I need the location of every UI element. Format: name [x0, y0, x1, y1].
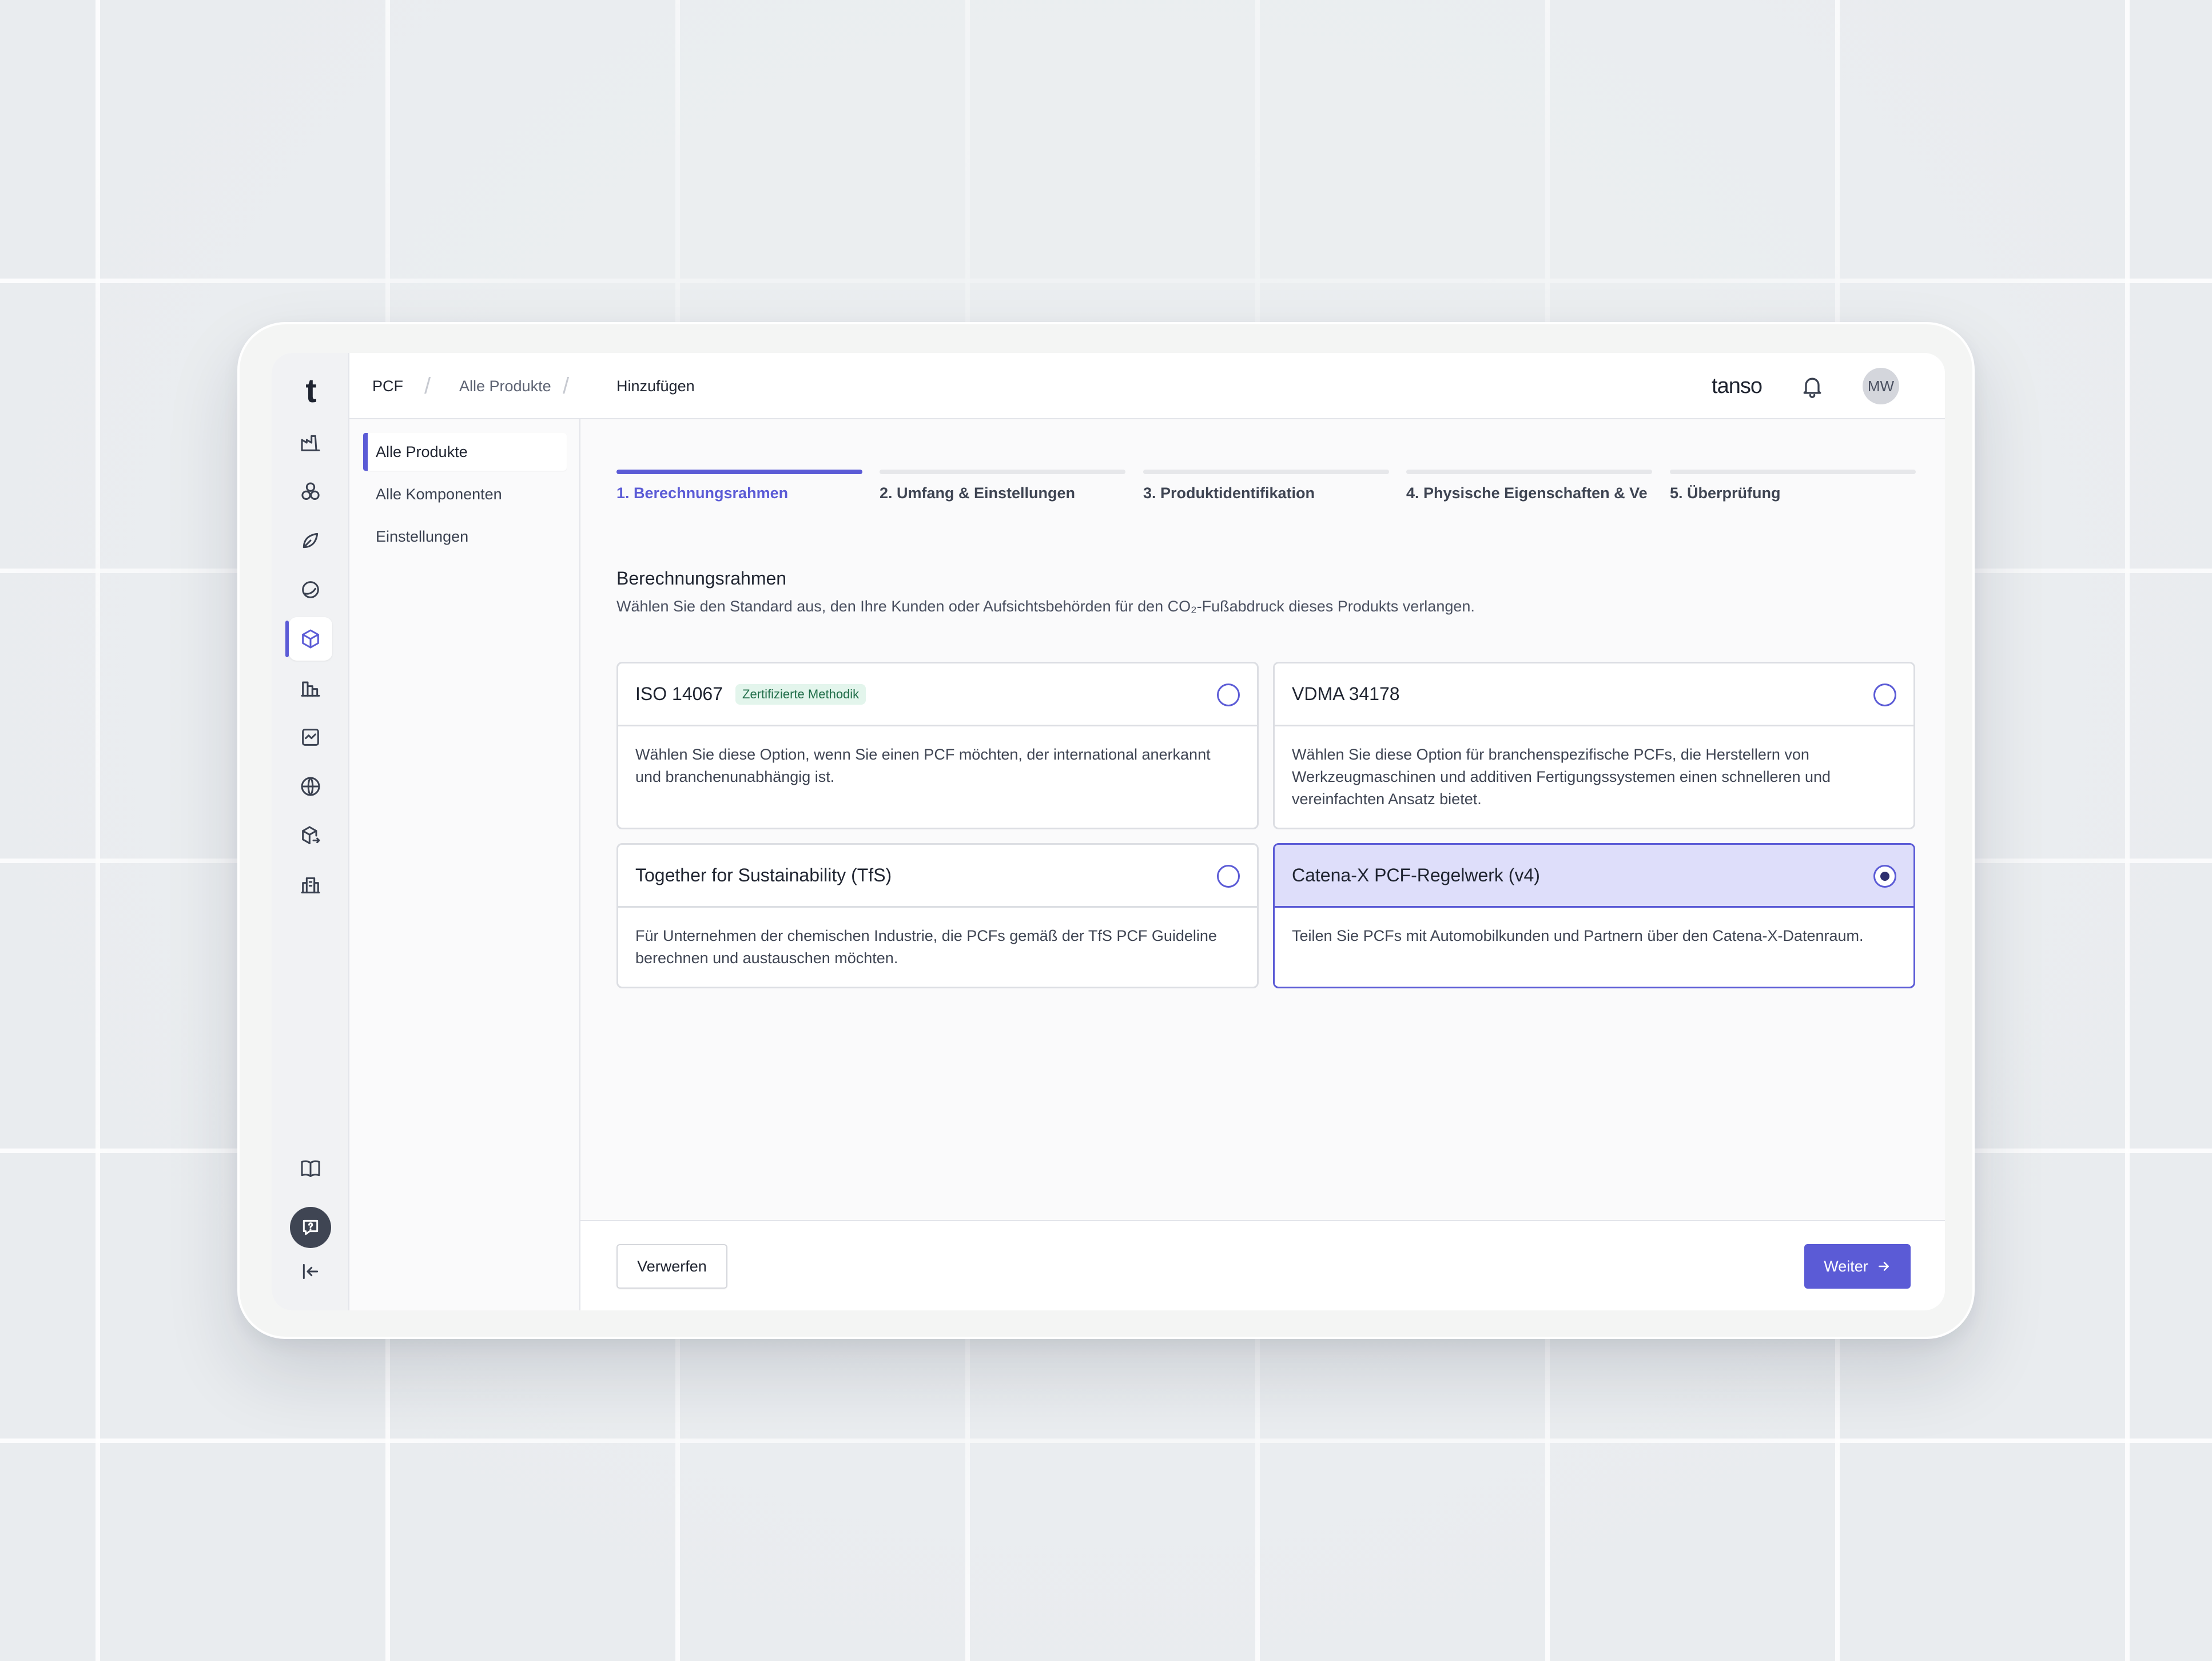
globe-icon[interactable] — [289, 765, 332, 808]
breadcrumb-separator: / — [563, 373, 570, 399]
step-3[interactable]: 3. Produktidentifikation — [1143, 470, 1389, 502]
wizard-footer: Verwerfen Weiter — [580, 1220, 1945, 1310]
step-5[interactable]: 5. Überprüfung — [1670, 470, 1916, 502]
app-logo[interactable]: t — [272, 365, 349, 417]
step-progress-bar — [1406, 470, 1652, 474]
main-content: 1. Berechnungsrahmen 2. Umfang & Einstel… — [580, 419, 1945, 1310]
card-header: Catena-X PCF-Regelwerk (v4) — [1275, 845, 1913, 908]
card-header: Together for Sustainability (TfS) — [618, 845, 1257, 908]
card-title: Catena-X PCF-Regelwerk (v4) — [1292, 865, 1540, 885]
next-button-label: Weiter — [1824, 1257, 1868, 1275]
step-label: 3. Produktidentifikation — [1143, 484, 1315, 502]
card-title: ISO 14067 — [635, 684, 723, 704]
section-description: Wählen Sie den Standard aus, den Ihre Ku… — [616, 598, 1475, 615]
report-icon[interactable] — [289, 716, 332, 759]
subnav-item-all-products[interactable]: Alle Produkte — [363, 433, 567, 471]
help-chat-icon[interactable] — [290, 1207, 331, 1248]
card-title: Together for Sustainability (TfS) — [635, 865, 892, 885]
certified-badge: Zertifizierte Methodik — [735, 684, 866, 705]
step-4[interactable]: 4. Physische Eigenschaften & Ve — [1406, 470, 1652, 502]
step-progress-bar — [616, 470, 862, 474]
option-card-iso-14067[interactable]: ISO 14067 Zertifizierte Methodik Wählen … — [616, 662, 1259, 829]
card-header: VDMA 34178 — [1275, 663, 1913, 726]
card-description: Wählen Sie diese Option, wenn Sie einen … — [635, 746, 1211, 785]
breadcrumb-current: Hinzufügen — [616, 377, 695, 395]
device-frame: t PCF / Alle Produkte / Hinzufügen tanso… — [237, 322, 1975, 1339]
breadcrumb-separator: / — [424, 373, 431, 399]
card-description: Für Unternehmen der chemischen Industrie… — [635, 927, 1217, 967]
step-label: 4. Physische Eigenschaften & Ve — [1406, 484, 1648, 502]
radio-button-selected[interactable] — [1873, 865, 1896, 888]
step-progress-bar — [1670, 470, 1916, 474]
card-description: Teilen Sie PCFs mit Automobilkunden und … — [1292, 927, 1864, 944]
circular-icon[interactable] — [289, 568, 332, 611]
subnav-item-all-components[interactable]: Alle Komponenten — [363, 475, 567, 513]
buildings-icon[interactable] — [289, 863, 332, 907]
components-icon[interactable] — [289, 470, 332, 514]
card-description: Wählen Sie diese Option für branchenspez… — [1292, 746, 1831, 808]
step-progress-bar — [880, 470, 1125, 474]
leaf-icon[interactable] — [289, 519, 332, 562]
step-1[interactable]: 1. Berechnungsrahmen — [616, 470, 862, 502]
collapse-sidebar-icon[interactable] — [289, 1250, 332, 1293]
option-card-catena-x[interactable]: Catena-X PCF-Regelwerk (v4) Teilen Sie P… — [1273, 843, 1915, 988]
step-progress-bar — [1143, 470, 1389, 474]
step-2[interactable]: 2. Umfang & Einstellungen — [880, 470, 1125, 502]
discard-button[interactable]: Verwerfen — [616, 1244, 727, 1289]
subnav-item-settings[interactable]: Einstellungen — [363, 518, 567, 555]
step-label: 5. Überprüfung — [1670, 484, 1781, 502]
sub-navigation: Alle Produkte Alle Komponenten Einstellu… — [349, 419, 580, 1310]
next-button[interactable]: Weiter — [1804, 1244, 1911, 1289]
notification-bell-icon[interactable] — [1800, 373, 1825, 399]
arrow-right-icon — [1876, 1259, 1891, 1274]
user-avatar[interactable]: MW — [1863, 368, 1899, 404]
breadcrumb-all-products[interactable]: Alle Produkte — [459, 353, 551, 419]
breadcrumb-pcf[interactable]: PCF — [372, 353, 403, 419]
product-box-icon[interactable] — [285, 617, 332, 661]
factory-icon[interactable] — [289, 421, 332, 464]
box-transfer-icon[interactable] — [289, 814, 332, 857]
radio-button[interactable] — [1873, 684, 1896, 706]
section-title: Berechnungsrahmen — [616, 568, 787, 589]
icon-rail: t — [272, 353, 349, 1310]
book-icon[interactable] — [289, 1147, 332, 1190]
top-bar: PCF / Alle Produkte / Hinzufügen tanso M… — [349, 353, 1945, 419]
step-label: 2. Umfang & Einstellungen — [880, 484, 1076, 502]
radio-button[interactable] — [1217, 684, 1240, 706]
option-card-tfs[interactable]: Together for Sustainability (TfS) Für Un… — [616, 843, 1259, 988]
radio-button[interactable] — [1217, 865, 1240, 888]
bar-chart-icon[interactable] — [289, 666, 332, 710]
card-header: ISO 14067 Zertifizierte Methodik — [618, 663, 1257, 726]
step-label: 1. Berechnungsrahmen — [616, 484, 789, 502]
app-window: t PCF / Alle Produkte / Hinzufügen tanso… — [272, 353, 1945, 1310]
card-title: VDMA 34178 — [1292, 684, 1400, 704]
brand-logo: tanso — [1712, 373, 1763, 398]
option-card-vdma-34178[interactable]: VDMA 34178 Wählen Sie diese Option für b… — [1273, 662, 1915, 829]
